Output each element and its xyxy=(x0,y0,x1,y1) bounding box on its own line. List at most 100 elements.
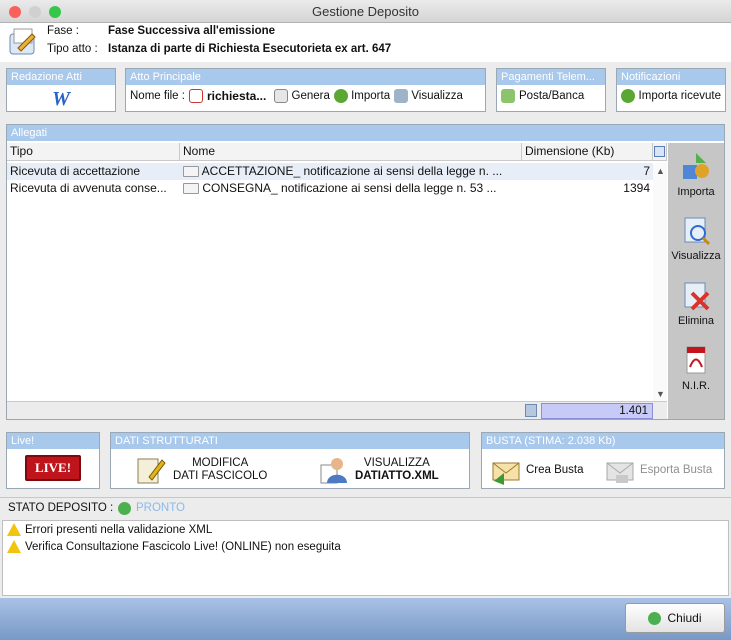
stato-deposito-value: PRONTO xyxy=(136,502,185,514)
notificazioni-panel: Notificazioni Importa ricevute xyxy=(616,68,726,112)
envelope-icon xyxy=(183,183,199,195)
document-icon xyxy=(274,89,289,103)
check-icon xyxy=(118,502,131,515)
notificazioni-title: Notificazioni xyxy=(617,69,725,85)
check-icon xyxy=(648,611,662,625)
import-shapes-icon xyxy=(683,153,709,179)
nir-button[interactable]: N.I.R. xyxy=(668,345,724,392)
envelope-money-icon xyxy=(501,89,515,103)
allegati-panel: Allegati Tipo Nome Dimensione (Kb) Ricev… xyxy=(6,124,725,420)
modifica-label-2: DATI FASCICOLO xyxy=(173,470,268,482)
pagamenti-title: Pagamenti Telem... xyxy=(497,69,605,85)
dati-strutturati-panel: DATI STRUTTURATI MODIFICA DATI FASCICOLO… xyxy=(110,432,470,489)
atto-principale-panel: Atto Principale Nome file : richiesta...… xyxy=(125,68,486,112)
visualizza-label: Visualizza xyxy=(411,90,463,103)
nome-file-label: Nome file : xyxy=(130,90,185,102)
delete-icon xyxy=(684,282,710,311)
pagamenti-panel: Pagamenti Telem... Posta/Banca xyxy=(496,68,606,112)
row-nome: ACCETTAZIONE_ notificazione ai sensi del… xyxy=(201,164,503,178)
tipo-atto-label: Tipo atto : xyxy=(47,43,98,55)
table-row[interactable]: Ricevuta di avvenuta conse... CONSEGNA_ … xyxy=(7,180,659,197)
stato-deposito-bar: STATO DEPOSITO : PRONTO xyxy=(0,497,731,517)
row-tipo: Ricevuta di accettazione xyxy=(10,164,141,178)
word-icon: W xyxy=(52,88,70,110)
genera-label: Genera xyxy=(291,90,330,103)
dati-strutturati-title: DATI STRUTTURATI xyxy=(111,433,469,449)
message-text: Errori presenti nella validazione XML xyxy=(25,523,213,536)
pdf-icon xyxy=(188,89,203,103)
esporta-busta-label: Esporta Busta xyxy=(640,464,713,476)
column-header-dimensione[interactable]: Dimensione (Kb) xyxy=(522,143,653,161)
esporta-busta-button[interactable]: Esporta Busta xyxy=(604,455,712,485)
messages-list: Errori presenti nella validazione XML Ve… xyxy=(2,520,729,596)
atto-principale-title: Atto Principale xyxy=(126,69,485,85)
live-logo-icon: LIVE! xyxy=(24,455,82,481)
importa-label: Importa xyxy=(351,90,391,103)
stato-deposito-label: STATO DEPOSITO : xyxy=(8,502,114,514)
column-chooser-icon[interactable] xyxy=(653,143,667,161)
row-nome: CONSEGNA_ notificazione ai sensi della l… xyxy=(202,181,497,195)
column-header-nome[interactable]: Nome xyxy=(180,143,522,161)
list-item: Verifica Consultazione Fascicolo Live! (… xyxy=(3,538,728,555)
visualizza-allegato-button[interactable]: Visualizza xyxy=(668,215,724,262)
warning-icon xyxy=(7,540,21,553)
allegati-title: Allegati xyxy=(7,125,724,141)
fase-label: Fase : xyxy=(47,25,79,37)
table-scrollbar[interactable]: ▲ ▼ xyxy=(653,163,667,401)
busta-panel: BUSTA (STIMA: 2.038 Kb) Crea Busta Espor… xyxy=(481,432,725,489)
live-panel: Live! LIVE! xyxy=(6,432,100,489)
importa-button[interactable]: Importa xyxy=(333,89,391,103)
elimina-allegato-label: Elimina xyxy=(677,315,715,327)
envelope-icon xyxy=(183,166,199,178)
importa-ricevute-label: Importa ricevute xyxy=(638,90,721,102)
crea-busta-label: Crea Busta xyxy=(526,464,584,476)
fase-icon xyxy=(6,26,40,58)
visualizza-xml-label-2: DATIATTO.XML xyxy=(355,470,439,482)
importa-allegato-label: Importa xyxy=(677,186,715,198)
row-tipo: Ricevuta di avvenuta conse... xyxy=(10,181,167,195)
visualizza-allegato-label: Visualizza xyxy=(671,250,721,262)
column-header-tipo[interactable]: Tipo xyxy=(7,143,180,161)
visualizza-datiatto-button[interactable]: VISUALIZZA DATIATTO.XML xyxy=(317,455,439,485)
window-title: Gestione Deposito xyxy=(312,4,419,19)
visualizza-xml-label-1: VISUALIZZA xyxy=(363,457,430,469)
row-dimensione: 7 xyxy=(643,164,650,178)
scroll-down-icon[interactable]: ▼ xyxy=(656,389,665,399)
total-size-value: 1.401 xyxy=(541,403,653,419)
modifica-dati-button[interactable]: MODIFICA DATI FASCICOLO xyxy=(135,455,267,485)
pdf-document-icon xyxy=(686,346,706,374)
message-text: Verifica Consultazione Fascicolo Live! (… xyxy=(25,540,341,553)
scroll-up-icon[interactable]: ▲ xyxy=(656,166,665,176)
table-row[interactable]: Ricevuta di accettazione ACCETTAZIONE_ n… xyxy=(7,163,659,180)
live-button[interactable]: LIVE! xyxy=(7,449,99,481)
totals-bar: 1.401 xyxy=(7,401,667,419)
nome-file-value[interactable]: richiesta... xyxy=(207,89,266,103)
chiudi-label: Chiudi xyxy=(667,611,702,625)
row-dimensione: 1394 xyxy=(623,181,650,195)
posta-banca-button[interactable]: Posta/Banca xyxy=(497,85,605,107)
magnifier-icon xyxy=(684,217,711,246)
visualizza-button[interactable]: Visualizza xyxy=(394,89,463,103)
footer-bar xyxy=(0,598,731,640)
posta-banca-label: Posta/Banca xyxy=(519,90,585,102)
word-editor-button[interactable]: W xyxy=(7,85,115,111)
chiudi-button[interactable]: Chiudi xyxy=(625,603,725,633)
crea-busta-button[interactable]: Crea Busta xyxy=(490,455,584,485)
user-document-icon xyxy=(320,458,347,484)
import-arrow-icon xyxy=(621,89,635,103)
genera-button[interactable]: Genera xyxy=(274,89,330,103)
list-item: Errori presenti nella validazione XML xyxy=(3,521,728,538)
nir-label: N.I.R. xyxy=(681,380,711,392)
allegati-sidebar: Importa Visualizza Elimina N.I.R. xyxy=(668,143,724,419)
calculator-icon xyxy=(525,404,537,417)
redazione-atti-panel: Redazione Atti W xyxy=(6,68,116,112)
elimina-allegato-button[interactable]: Elimina xyxy=(668,280,724,327)
live-title: Live! xyxy=(7,433,99,449)
importa-allegato-button[interactable]: Importa xyxy=(668,151,724,198)
fase-value: Fase Successiva all'emissione xyxy=(108,25,276,37)
create-envelope-icon xyxy=(492,462,520,485)
importa-ricevute-button[interactable]: Importa ricevute xyxy=(617,85,725,107)
view-icon xyxy=(394,89,409,103)
window-titlebar: Gestione Deposito xyxy=(0,0,731,23)
tipo-atto-value: Istanza di parte di Richiesta Esecutorie… xyxy=(108,43,392,55)
